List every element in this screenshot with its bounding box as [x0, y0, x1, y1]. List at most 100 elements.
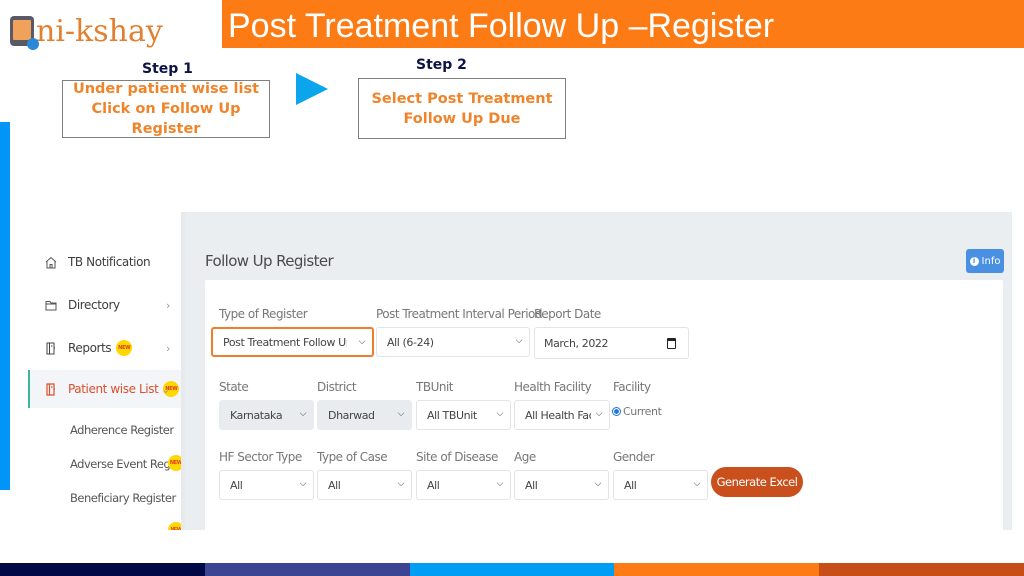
- sidebar-item-tb-notification[interactable]: TB Notification: [28, 243, 182, 281]
- color-segment: [409, 563, 615, 576]
- report-icon: [44, 341, 58, 355]
- slide-title: Post Treatment Follow Up –Register: [228, 7, 775, 45]
- left-accent-strip: [0, 122, 10, 490]
- age-select[interactable]: All ⌵: [514, 470, 609, 500]
- subitem-label: Beneficiary Register: [70, 491, 176, 505]
- chevron-right-icon: ›: [166, 341, 170, 355]
- select-value: Post Treatment Follow Up Due: [223, 335, 347, 349]
- chevron-down-icon: ⌵: [358, 337, 366, 347]
- interval-period-label: Post Treatment Interval Period: [376, 307, 542, 321]
- sidebar-subitem-beneficiary-register[interactable]: Beneficiary Register: [70, 491, 176, 505]
- chevron-down-icon: ⌵: [397, 409, 405, 419]
- color-segment: [819, 563, 1024, 576]
- right-arrow-icon: [296, 73, 328, 105]
- step-2-instruction: Select Post Treatment Follow Up Due: [371, 90, 553, 127]
- select-value: All: [328, 478, 341, 492]
- chevron-down-icon: ⌵: [496, 479, 504, 489]
- gender-select[interactable]: All ⌵: [613, 470, 708, 500]
- sidebar: TB Notification Directory › Reports NEW …: [28, 212, 194, 530]
- select-value: Dharwad: [328, 408, 375, 422]
- type-of-case-label: Type of Case: [317, 450, 388, 464]
- type-of-case-select[interactable]: All ⌵: [317, 470, 412, 500]
- select-value: All Health Facil: [525, 408, 591, 422]
- step-1-label: Step 1: [142, 61, 193, 77]
- chevron-down-icon: ⌵: [496, 409, 504, 419]
- radio-label: Current: [623, 405, 662, 418]
- select-value: All: [427, 478, 440, 492]
- select-value: All (6-24): [387, 335, 434, 349]
- step-1-instruction: Under patient wise list Click on Follow …: [72, 81, 260, 137]
- tbunit-label: TBUnit: [416, 380, 454, 394]
- folder-icon: [44, 298, 58, 312]
- facility-label: Facility: [613, 380, 651, 394]
- state-select[interactable]: Karnataka ⌵: [219, 400, 314, 430]
- filter-card: Type of Register Post Treatment Follow U…: [205, 280, 1003, 530]
- gender-label: Gender: [613, 450, 655, 464]
- logo-text: ni-kshay: [36, 14, 163, 49]
- info-button-label: Info: [981, 255, 1001, 267]
- date-value: March, 2022: [544, 336, 609, 350]
- facility-current-radio[interactable]: Current: [612, 405, 662, 418]
- health-facility-select[interactable]: All Health Facil ⌵: [514, 400, 610, 430]
- info-button[interactable]: i Info: [966, 249, 1004, 273]
- color-segment: [614, 563, 820, 576]
- subitem-label: Adherence Register: [70, 423, 174, 437]
- sidebar-subitem-adverse-event-register[interactable]: Adverse Event Register NEW: [70, 455, 194, 471]
- sidebar-item-label: Patient wise List: [68, 382, 159, 396]
- main-content: Follow Up Register i Info Type of Regist…: [185, 212, 1012, 530]
- step-1-box: Under patient wise list Click on Follow …: [62, 80, 270, 138]
- radio-selected-icon[interactable]: [612, 407, 621, 416]
- chevron-down-icon: ⌵: [299, 409, 307, 419]
- district-label: District: [317, 380, 357, 394]
- home-icon: [44, 255, 58, 269]
- hf-sector-type-label: HF Sector Type: [219, 450, 302, 464]
- interval-period-select[interactable]: All (6-24) ⌵: [376, 327, 530, 357]
- sidebar-subitem-adherence-register[interactable]: Adherence Register: [70, 423, 174, 437]
- health-facility-label: Health Facility: [514, 380, 592, 394]
- bottom-color-bar: [0, 563, 1024, 576]
- new-badge: NEW: [116, 340, 133, 356]
- age-label: Age: [514, 450, 536, 464]
- select-value: All: [230, 478, 243, 492]
- chevron-down-icon: ⌄: [161, 382, 170, 396]
- site-of-disease-label: Site of Disease: [416, 450, 498, 464]
- sidebar-item-directory[interactable]: Directory ›: [28, 286, 182, 324]
- chevron-down-icon: ⌵: [299, 479, 307, 489]
- color-segment: [0, 563, 205, 576]
- site-of-disease-select[interactable]: All ⌵: [416, 470, 511, 500]
- nikshay-logo: ni-kshay: [10, 10, 163, 52]
- info-icon: i: [969, 256, 979, 266]
- sidebar-item-label: Reports: [68, 341, 112, 355]
- type-of-register-label: Type of Register: [219, 307, 308, 321]
- title-banner: Post Treatment Follow Up –Register: [222, 0, 1024, 48]
- list-icon: [44, 382, 58, 396]
- state-label: State: [219, 380, 249, 394]
- tbunit-select[interactable]: All TBUnit ⌵: [416, 400, 511, 430]
- chevron-down-icon: ⌵: [397, 479, 405, 489]
- chevron-down-icon: ⌵: [515, 336, 523, 346]
- calendar-icon[interactable]: [667, 338, 676, 349]
- color-segment: [204, 563, 410, 576]
- sidebar-item-reports[interactable]: Reports NEW ›: [28, 329, 182, 367]
- select-value: All: [624, 478, 637, 492]
- chevron-right-icon: ›: [166, 298, 170, 312]
- sidebar-item-label: TB Notification: [68, 255, 151, 269]
- sidebar-item-label: Directory: [68, 298, 120, 312]
- report-date-input[interactable]: March, 2022: [534, 327, 689, 359]
- select-value: Karnataka: [230, 408, 283, 422]
- district-select[interactable]: Dharwad ⌵: [317, 400, 412, 430]
- chevron-down-icon: ⌵: [595, 409, 603, 419]
- generate-excel-button[interactable]: Generate Excel: [711, 467, 803, 497]
- step-2-box: Select Post Treatment Follow Up Due: [358, 78, 566, 139]
- type-of-register-select[interactable]: Post Treatment Follow Up Due ⌵: [211, 327, 374, 357]
- report-date-label: Report Date: [534, 307, 601, 321]
- sidebar-item-patient-wise-list[interactable]: Patient wise List NEW ⌄: [28, 370, 182, 408]
- tablet-logo-icon: [10, 16, 39, 50]
- select-value: All: [525, 478, 538, 492]
- chevron-down-icon: ⌵: [594, 479, 602, 489]
- select-value: All TBUnit: [427, 408, 477, 422]
- step-2-label: Step 2: [416, 57, 467, 73]
- hf-sector-type-select[interactable]: All ⌵: [219, 470, 314, 500]
- app-screenshot: TB Notification Directory › Reports NEW …: [28, 212, 1012, 530]
- page-title: Follow Up Register: [205, 252, 334, 270]
